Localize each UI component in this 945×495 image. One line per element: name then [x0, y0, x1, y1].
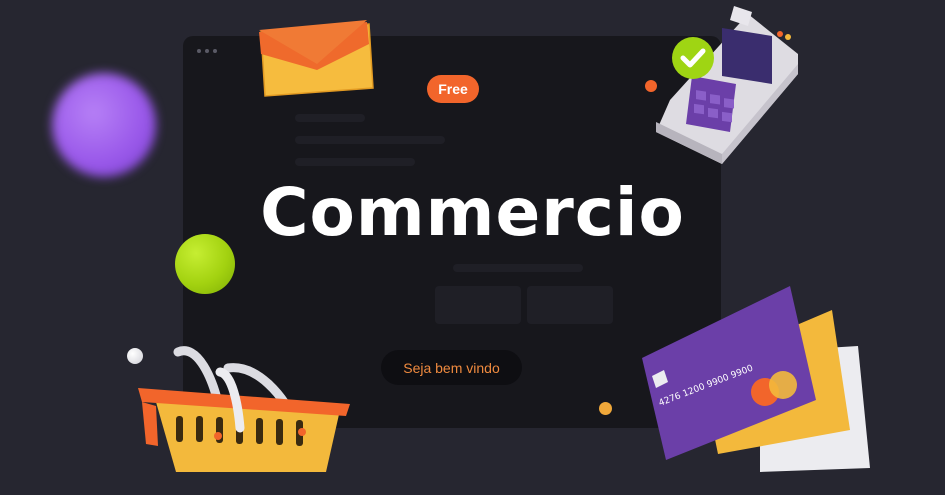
- free-badge: Free: [427, 75, 479, 103]
- checkmark-icon: [672, 37, 714, 79]
- credit-card-icon: 4276 1200 9900 9900: [642, 286, 870, 472]
- window-dots: [197, 49, 217, 53]
- yellow-dot-decoration: [599, 402, 612, 415]
- page-title: Commercio: [260, 174, 685, 251]
- envelope-icon: [259, 20, 374, 97]
- shopping-basket-icon: [138, 346, 350, 472]
- ghost-text-line: [453, 264, 583, 272]
- ghost-text-line: [295, 136, 445, 144]
- ghost-text-line: [295, 158, 415, 166]
- ghost-box: [527, 286, 613, 324]
- ghost-text-line: [295, 114, 365, 122]
- payment-terminal-icon: [656, 6, 798, 164]
- welcome-button[interactable]: Seja bem vindo: [381, 350, 522, 385]
- purple-sphere-decoration: [52, 73, 156, 177]
- ghost-box: [435, 286, 521, 324]
